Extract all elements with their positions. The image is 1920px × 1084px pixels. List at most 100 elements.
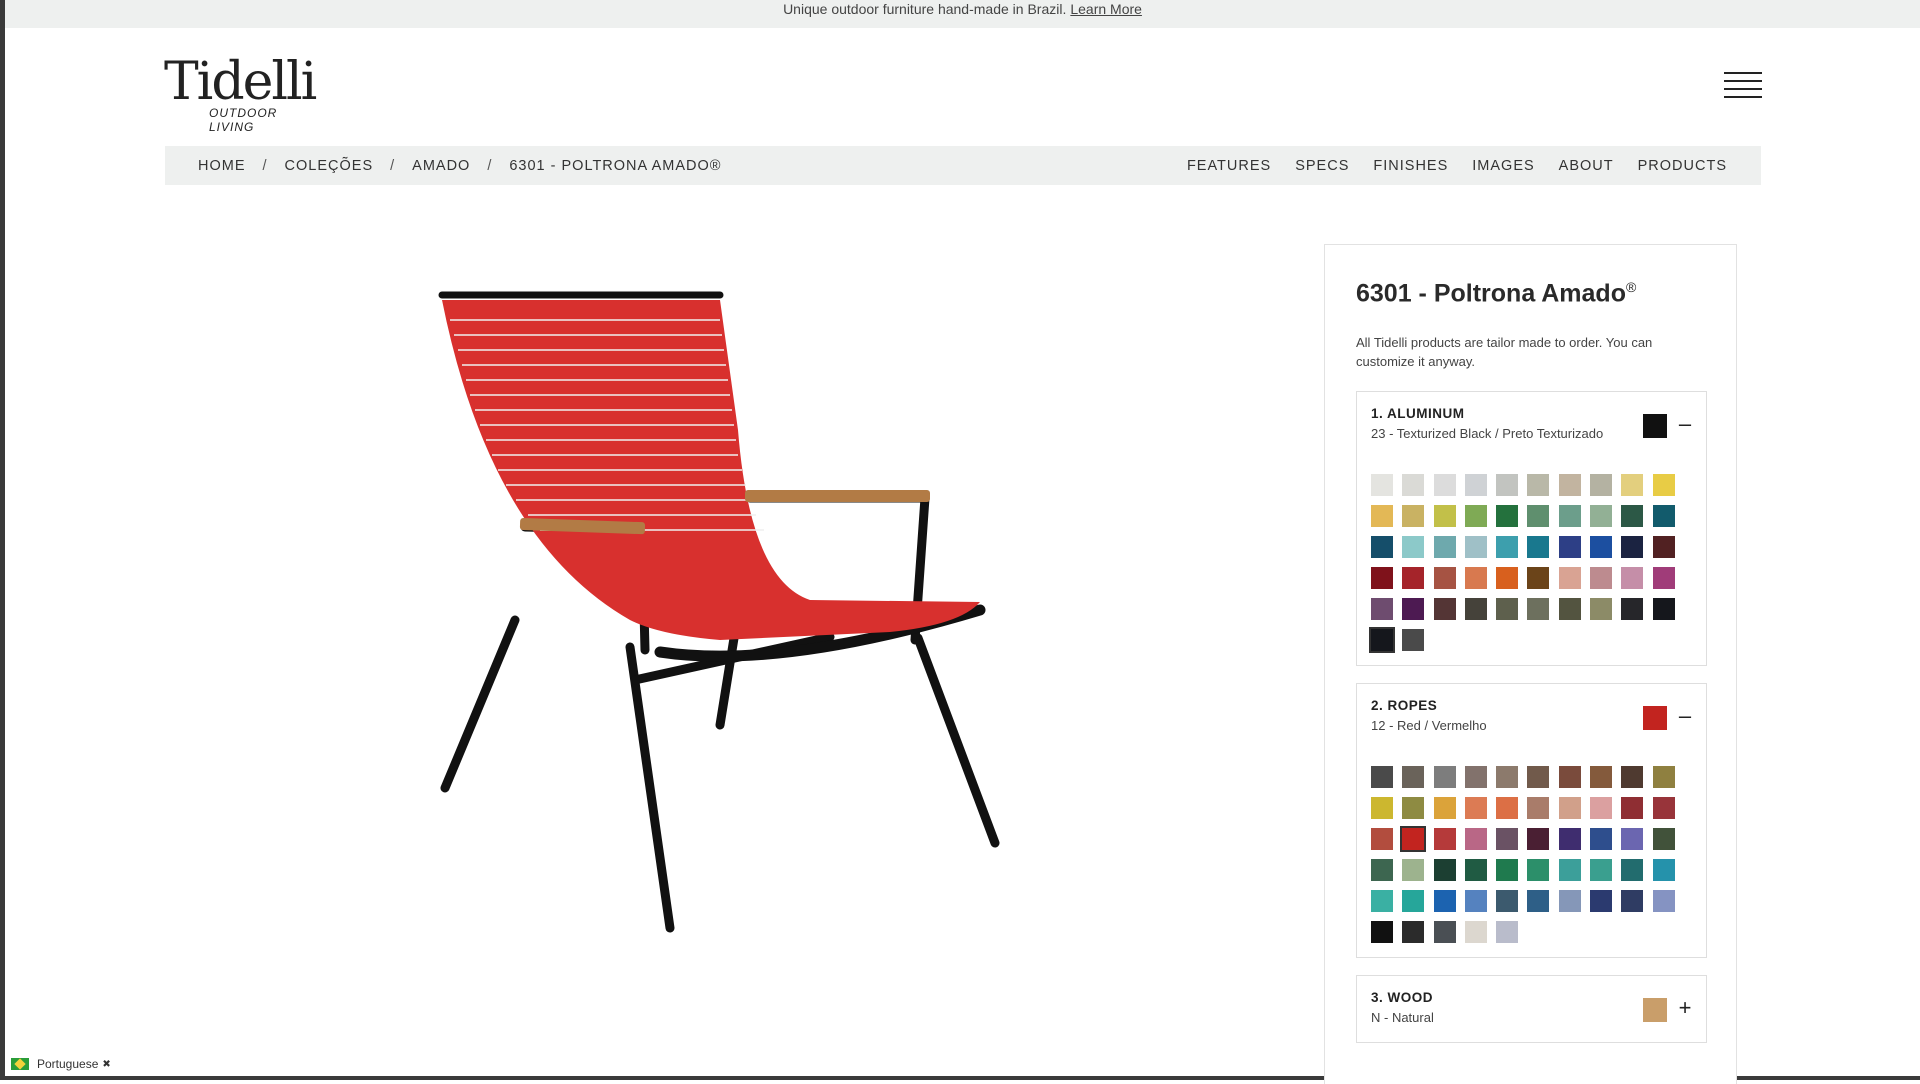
color-swatch[interactable]: [1558, 598, 1581, 620]
color-swatch[interactable]: [1433, 797, 1456, 819]
learn-more-link[interactable]: Learn More: [1070, 1, 1142, 17]
color-swatch[interactable]: [1527, 536, 1550, 558]
color-swatch[interactable]: [1558, 859, 1581, 881]
color-swatch[interactable]: [1527, 797, 1550, 819]
color-swatch[interactable]: [1464, 766, 1487, 788]
color-swatch[interactable]: [1402, 797, 1425, 819]
color-swatch[interactable]: [1371, 567, 1393, 589]
color-swatch[interactable]: [1433, 505, 1456, 527]
nav-features[interactable]: FEATURES: [1187, 158, 1271, 174]
color-swatch[interactable]: [1402, 474, 1425, 496]
color-swatch[interactable]: [1496, 567, 1519, 589]
color-swatch[interactable]: [1433, 474, 1456, 496]
color-swatch[interactable]: [1558, 797, 1581, 819]
color-swatch[interactable]: [1464, 797, 1487, 819]
color-swatch[interactable]: [1402, 859, 1425, 881]
color-swatch[interactable]: [1652, 890, 1675, 912]
breadcrumb-amado[interactable]: AMADO: [412, 158, 470, 174]
collapse-toggle[interactable]: –: [1675, 412, 1695, 436]
color-swatch[interactable]: [1371, 859, 1393, 881]
color-swatch[interactable]: [1558, 505, 1581, 527]
color-swatch[interactable]: [1369, 627, 1395, 653]
color-swatch[interactable]: [1652, 474, 1675, 496]
color-swatch[interactable]: [1496, 921, 1519, 943]
color-swatch[interactable]: [1464, 505, 1487, 527]
nav-finishes[interactable]: FINISHES: [1373, 158, 1448, 174]
brand-logo[interactable]: Tidelli OUTDOOR LIVING: [164, 54, 324, 134]
color-swatch[interactable]: [1621, 505, 1644, 527]
color-swatch[interactable]: [1464, 921, 1487, 943]
color-swatch[interactable]: [1371, 474, 1393, 496]
color-swatch[interactable]: [1621, 766, 1644, 788]
color-swatch[interactable]: [1464, 474, 1487, 496]
color-swatch[interactable]: [1652, 797, 1675, 819]
color-swatch[interactable]: [1558, 536, 1581, 558]
color-swatch[interactable]: [1590, 474, 1613, 496]
color-swatch[interactable]: [1371, 766, 1393, 788]
color-swatch[interactable]: [1558, 567, 1581, 589]
menu-icon[interactable]: [1724, 72, 1762, 102]
color-swatch[interactable]: [1371, 505, 1393, 527]
color-swatch[interactable]: [1621, 828, 1644, 850]
color-swatch[interactable]: [1527, 890, 1550, 912]
color-swatch[interactable]: [1371, 890, 1393, 912]
color-swatch[interactable]: [1558, 474, 1581, 496]
color-swatch[interactable]: [1558, 766, 1581, 788]
color-swatch[interactable]: [1464, 890, 1487, 912]
language-selector[interactable]: Portuguese ✖: [11, 1056, 111, 1072]
color-swatch[interactable]: [1402, 505, 1425, 527]
color-swatch[interactable]: [1621, 859, 1644, 881]
color-swatch[interactable]: [1464, 598, 1487, 620]
breadcrumb-home[interactable]: HOME: [198, 158, 246, 174]
color-swatch[interactable]: [1371, 536, 1393, 558]
collapse-toggle[interactable]: –: [1675, 704, 1695, 728]
color-swatch[interactable]: [1402, 921, 1425, 943]
color-swatch[interactable]: [1496, 797, 1519, 819]
color-swatch[interactable]: [1402, 567, 1425, 589]
nav-products[interactable]: PRODUCTS: [1638, 158, 1727, 174]
color-swatch[interactable]: [1433, 890, 1456, 912]
color-swatch[interactable]: [1558, 890, 1581, 912]
color-swatch[interactable]: [1433, 859, 1456, 881]
color-swatch[interactable]: [1402, 536, 1425, 558]
color-swatch[interactable]: [1433, 828, 1456, 850]
breadcrumb-collections[interactable]: COLEÇÕES: [285, 158, 374, 174]
color-swatch[interactable]: [1621, 536, 1644, 558]
color-swatch[interactable]: [1527, 859, 1550, 881]
color-swatch[interactable]: [1400, 826, 1427, 852]
color-swatch[interactable]: [1652, 567, 1675, 589]
color-swatch[interactable]: [1590, 505, 1613, 527]
expand-toggle[interactable]: +: [1675, 996, 1695, 1020]
color-swatch[interactable]: [1496, 474, 1519, 496]
color-swatch[interactable]: [1590, 567, 1613, 589]
color-swatch[interactable]: [1590, 890, 1613, 912]
color-swatch[interactable]: [1621, 890, 1644, 912]
color-swatch[interactable]: [1464, 536, 1487, 558]
color-swatch[interactable]: [1652, 536, 1675, 558]
color-swatch[interactable]: [1621, 598, 1644, 620]
color-swatch[interactable]: [1590, 828, 1613, 850]
color-swatch[interactable]: [1527, 598, 1550, 620]
color-swatch[interactable]: [1652, 828, 1675, 850]
color-swatch[interactable]: [1402, 598, 1425, 620]
color-swatch[interactable]: [1590, 536, 1613, 558]
color-swatch[interactable]: [1496, 598, 1519, 620]
color-swatch[interactable]: [1590, 859, 1613, 881]
color-swatch[interactable]: [1527, 567, 1550, 589]
color-swatch[interactable]: [1433, 598, 1456, 620]
color-swatch[interactable]: [1590, 797, 1613, 819]
color-swatch[interactable]: [1496, 505, 1519, 527]
color-swatch[interactable]: [1652, 766, 1675, 788]
color-swatch[interactable]: [1527, 766, 1550, 788]
color-swatch[interactable]: [1371, 828, 1393, 850]
color-swatch[interactable]: [1652, 598, 1675, 620]
color-swatch[interactable]: [1433, 567, 1456, 589]
color-swatch[interactable]: [1433, 536, 1456, 558]
color-swatch[interactable]: [1496, 890, 1519, 912]
color-swatch[interactable]: [1590, 766, 1613, 788]
color-swatch[interactable]: [1590, 598, 1613, 620]
color-swatch[interactable]: [1371, 921, 1393, 943]
color-swatch[interactable]: [1433, 766, 1456, 788]
color-swatch[interactable]: [1558, 828, 1581, 850]
color-swatch[interactable]: [1496, 828, 1519, 850]
